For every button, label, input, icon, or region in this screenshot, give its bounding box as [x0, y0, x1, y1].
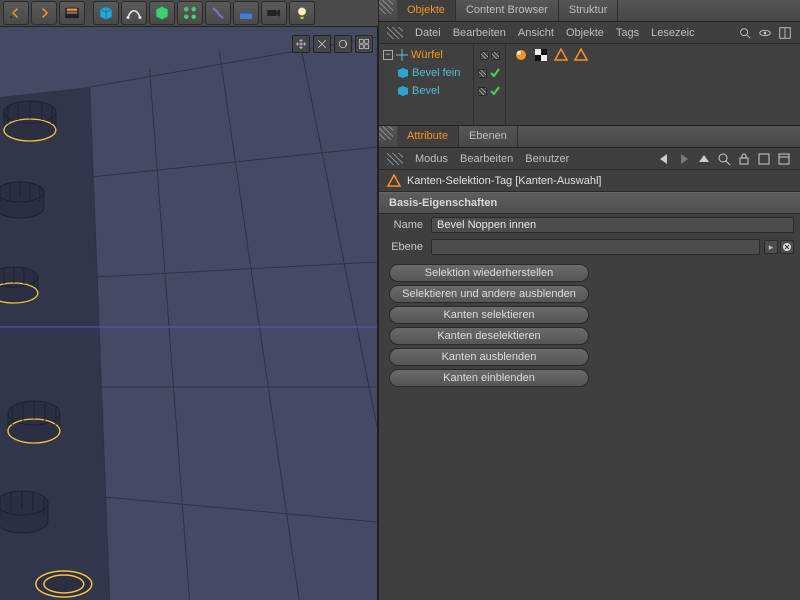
restore-selection-button[interactable]: Selektion wiederherstellen: [389, 264, 589, 282]
tags-column: [506, 44, 800, 125]
array-button[interactable]: [177, 1, 203, 25]
show-edges-button[interactable]: Kanten einblenden: [389, 369, 589, 387]
toggle-row[interactable]: [474, 82, 505, 100]
menubar-grip-icon[interactable]: [387, 27, 403, 39]
object-label: Bevel fein: [412, 67, 460, 79]
deselect-edges-button[interactable]: Kanten deselektieren: [389, 327, 589, 345]
viewport-maximize-icon[interactable]: [355, 35, 373, 53]
menu-edit[interactable]: Bearbeiten: [460, 153, 513, 165]
attribute-manager-menubar: Modus Bearbeiten Benutzer: [379, 148, 800, 170]
nav-up-icon[interactable]: [696, 151, 712, 167]
layer-clear-icon[interactable]: [780, 240, 794, 254]
menu-objects[interactable]: Objekte: [566, 27, 604, 39]
nav-back-icon[interactable]: [656, 151, 672, 167]
viewport-move-icon[interactable]: [292, 35, 310, 53]
name-field[interactable]: [431, 217, 794, 233]
visibility-toggles: [474, 44, 506, 125]
menu-mode[interactable]: Modus: [415, 153, 448, 165]
edge-selection-tag-icon[interactable]: [554, 48, 568, 62]
spline-pen-button[interactable]: [121, 1, 147, 25]
toggle-row[interactable]: [474, 64, 505, 82]
object-row-bevel[interactable]: Bevel: [379, 82, 473, 100]
object-manager-tabs: Objekte Content Browser Struktur: [379, 0, 800, 22]
nav-search-icon[interactable]: [716, 151, 732, 167]
menu-bookmarks[interactable]: Lesezeic: [651, 27, 694, 39]
panel-grip-icon[interactable]: [379, 126, 393, 140]
search-icon[interactable]: [738, 26, 752, 40]
select-edges-button[interactable]: Kanten selektieren: [389, 306, 589, 324]
tab-attribute[interactable]: Attribute: [397, 126, 459, 147]
phong-tag-icon[interactable]: [514, 48, 528, 62]
field-row-layer: Ebene ▸: [379, 236, 800, 258]
tab-structure[interactable]: Struktur: [559, 0, 619, 21]
edge-selection-tag-icon[interactable]: [574, 48, 588, 62]
lock-icon[interactable]: [736, 151, 752, 167]
animation-button[interactable]: [59, 1, 85, 25]
edge-selection-tag-icon: [387, 174, 401, 188]
new-window-icon[interactable]: [756, 151, 772, 167]
eye-icon[interactable]: [758, 26, 772, 40]
redo-button[interactable]: [31, 1, 57, 25]
panel-grip-icon[interactable]: [379, 0, 393, 14]
collapse-toggle-icon[interactable]: −: [383, 50, 393, 60]
tag-row: [506, 46, 800, 64]
tab-content-browser[interactable]: Content Browser: [456, 0, 559, 21]
expand-icon[interactable]: [778, 26, 792, 40]
menubar-grip-icon[interactable]: [387, 153, 403, 165]
undo-button[interactable]: [3, 1, 29, 25]
light-button[interactable]: [289, 1, 315, 25]
object-label: Würfel: [411, 49, 443, 61]
attribute-action-buttons: Selektion wiederherstellen Selektieren u…: [379, 258, 800, 393]
object-row-bevel-fein[interactable]: Bevel fein: [379, 64, 473, 82]
maximize-icon[interactable]: [776, 151, 792, 167]
attribute-header-label: Kanten-Selektion-Tag [Kanten-Auswahl]: [407, 175, 601, 187]
layer-label: Ebene: [385, 241, 431, 253]
object-tree: − Würfel Bevel fein Bevel: [379, 44, 474, 125]
texture-tag-icon[interactable]: [534, 48, 548, 62]
viewport-rotate-icon[interactable]: [334, 35, 352, 53]
hide-edges-button[interactable]: Kanten ausblenden: [389, 348, 589, 366]
perspective-viewport[interactable]: [0, 27, 378, 600]
primitive-cube-button[interactable]: [93, 1, 119, 25]
tab-objects[interactable]: Objekte: [397, 0, 456, 21]
environment-button[interactable]: [233, 1, 259, 25]
menu-edit[interactable]: Bearbeiten: [453, 27, 506, 39]
viewport-nav-icons: [292, 35, 373, 53]
object-manager-menubar: Datei Bearbeiten Ansicht Objekte Tags Le…: [379, 22, 800, 44]
select-hide-others-button[interactable]: Selektieren und andere ausblenden: [389, 285, 589, 303]
right-side-panels: Objekte Content Browser Struktur Datei B…: [378, 0, 800, 600]
toggle-row[interactable]: [474, 46, 505, 64]
attribute-header: Kanten-Selektion-Tag [Kanten-Auswahl]: [379, 170, 800, 192]
tab-layers[interactable]: Ebenen: [459, 126, 518, 147]
deformer-button[interactable]: [205, 1, 231, 25]
cube-icon: [397, 85, 409, 97]
cube-icon: [397, 67, 409, 79]
object-manager-body: − Würfel Bevel fein Bevel: [379, 44, 800, 126]
section-basic-properties: Basis-Eigenschaften: [379, 192, 800, 214]
layer-field[interactable]: [431, 239, 760, 255]
generator-button[interactable]: [149, 1, 175, 25]
viewport-zoom-icon[interactable]: [313, 35, 331, 53]
nav-fwd-icon[interactable]: [676, 151, 692, 167]
field-row-name: Name: [379, 214, 800, 236]
camera-button[interactable]: [261, 1, 287, 25]
name-label: Name: [385, 219, 431, 231]
menu-tags[interactable]: Tags: [616, 27, 639, 39]
null-axis-icon: [396, 49, 408, 61]
object-row-wuerfel[interactable]: − Würfel: [379, 46, 473, 64]
attribute-manager-tabs: Attribute Ebenen: [379, 126, 800, 148]
menu-view[interactable]: Ansicht: [518, 27, 554, 39]
object-label: Bevel: [412, 85, 440, 97]
menu-user[interactable]: Benutzer: [525, 153, 569, 165]
menu-file[interactable]: Datei: [415, 27, 441, 39]
layer-picker-icon[interactable]: ▸: [764, 240, 778, 254]
